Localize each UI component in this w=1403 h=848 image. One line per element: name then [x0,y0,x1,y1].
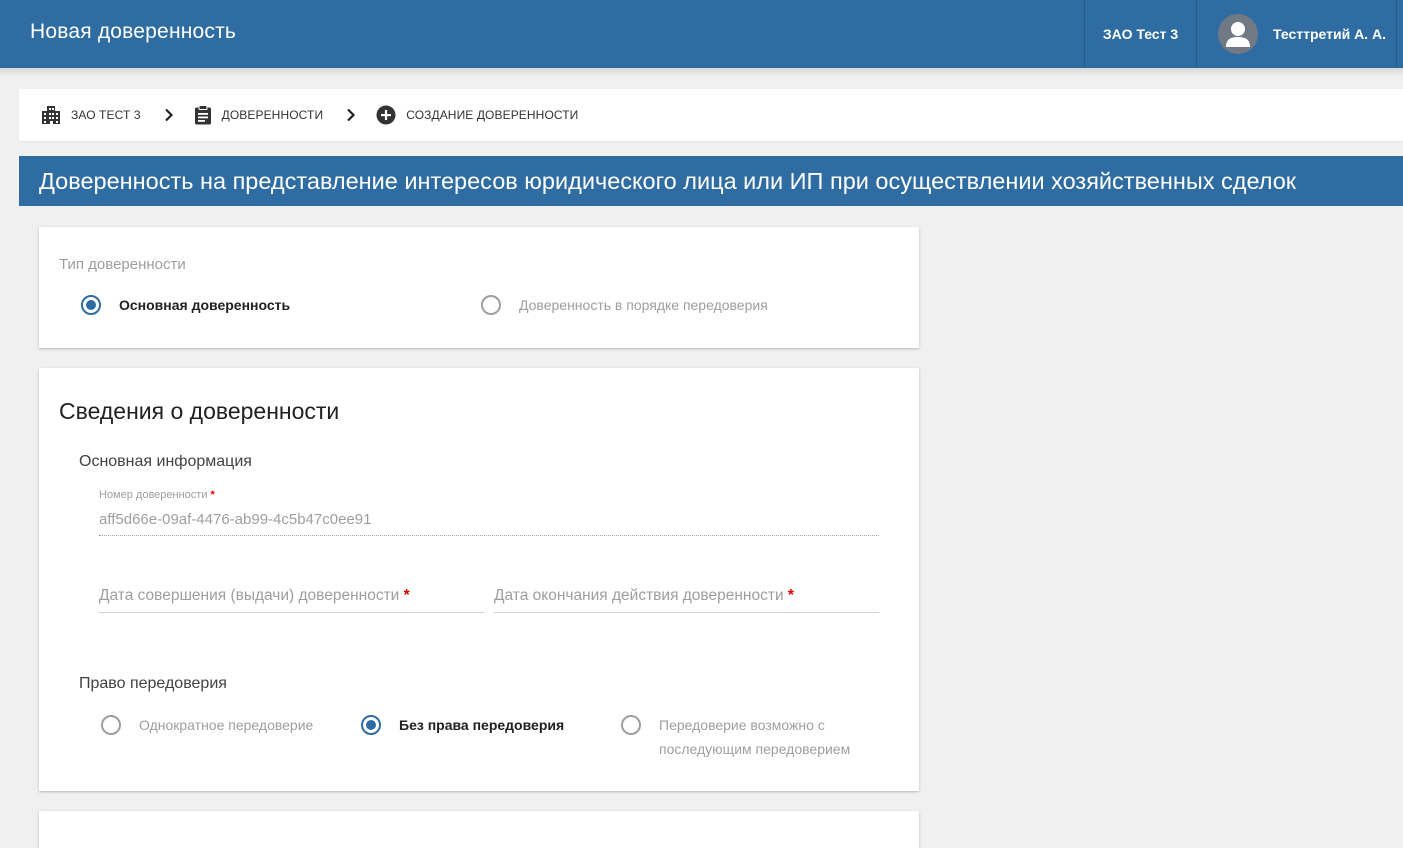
field-placeholder: Дата окончания действия доверенности [494,587,784,604]
radio-no-substitution[interactable]: Без права передоверия [361,713,564,737]
radio-label-line: последующим передоверием [659,741,851,757]
radio-label: Передоверие возможно с последующим перед… [659,713,850,761]
add-circle-icon [376,105,396,125]
issue-date-field[interactable]: Дата совершения (выдачи) доверенности * [99,587,484,613]
breadcrumb-item-create: Создание доверенности [376,105,578,125]
required-mark: * [210,489,215,501]
user-icon [1218,14,1258,54]
basic-info-title: Основная информация [79,453,252,470]
radio-checked-icon [361,715,381,735]
chevron-right-icon [346,108,356,122]
next-section-card [39,811,919,848]
chevron-right-icon [164,108,174,122]
breadcrumb-item-organization[interactable]: ЗАО Тест 3 [41,105,141,125]
user-name: Тесттретий А. А. [1273,26,1386,42]
radio-unchecked-icon [101,715,121,735]
breadcrumb-item-powers[interactable]: Доверенности [194,105,324,125]
app-title: Новая доверенность [30,20,237,43]
radio-chained-substitution[interactable]: Передоверие возможно с последующим перед… [621,713,850,761]
type-card: Тип доверенности Основная доверенность Д… [39,227,919,348]
breadcrumb-label: Создание доверенности [406,108,579,122]
user-menu[interactable]: Тесттретий А. А. [1197,0,1397,68]
number-field: aff5d66e-09af-4476-ab99-4c5b47c0ee91 [99,511,879,536]
type-label: Тип доверенности [59,256,186,273]
radio-substitution-power[interactable]: Доверенность в порядке передоверия [481,293,768,317]
required-mark: * [787,587,794,604]
radio-unchecked-icon [481,295,501,315]
number-field-label: Номер доверенности * [99,489,215,501]
field-label-text: Номер доверенности [99,489,208,501]
radio-label-line: Передоверие возможно с [659,717,825,733]
building-icon [41,105,61,125]
radio-label: Основная доверенность [119,297,291,313]
radio-label: Доверенность в порядке передоверия [519,297,768,313]
header-shadow [0,68,1403,76]
radio-checked-icon [81,295,101,315]
breadcrumb-label: ЗАО Тест 3 [71,108,141,122]
field-placeholder: Дата совершения (выдачи) доверенности [99,587,400,604]
radio-label: Однократное передоверие [139,717,314,733]
radio-unchecked-icon [621,715,641,735]
breadcrumb-label: Доверенности [221,108,324,122]
breadcrumb: ЗАО Тест 3 Доверенности Создание доверен… [19,89,1403,141]
radio-label: Без права передоверия [399,717,565,733]
app-header: Новая доверенность ЗАО Тест 3 Тесттретий… [0,0,1403,68]
radio-main-power[interactable]: Основная доверенность [81,293,290,317]
details-card: Сведения о доверенности Основная информа… [39,368,919,791]
end-date-field[interactable]: Дата окончания действия доверенности * [494,587,879,613]
required-mark: * [403,587,410,604]
radio-single-substitution[interactable]: Однократное передоверие [101,713,313,737]
substitution-title: Право передоверия [79,675,227,692]
page-title: Доверенность на представление интересов … [19,156,1403,206]
clipboard-icon [194,105,212,125]
details-title: Сведения о доверенности [59,398,340,424]
organization-switcher[interactable]: ЗАО Тест 3 [1084,0,1197,68]
